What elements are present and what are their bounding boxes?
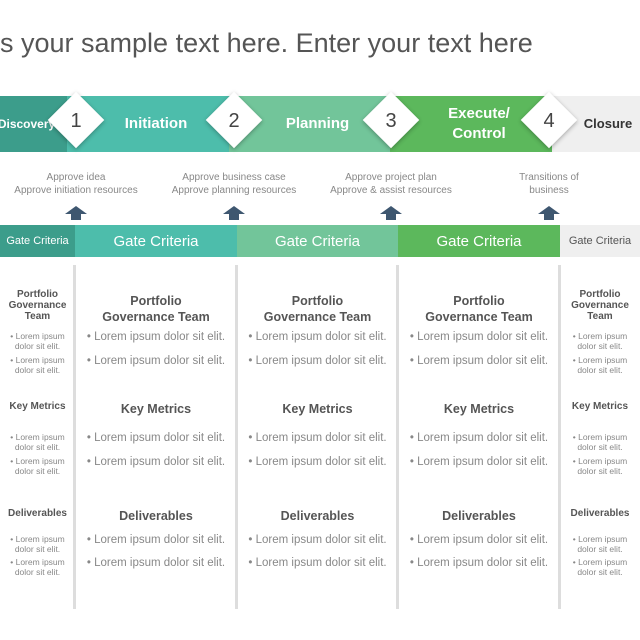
bullet-item: • Lorem ipsum dolor sit elit. [10, 557, 65, 577]
bullet-item: • Lorem ipsum dolor sit elit. [10, 534, 65, 554]
bullet-item: • Lorem ipsum dolor sit elit. [248, 432, 387, 444]
stage-label: Planning [285, 115, 350, 132]
stage-label: Closure [583, 116, 633, 131]
approval-line: Approve & assist resources [330, 185, 452, 196]
up-arrow-icon [65, 206, 87, 220]
section-heading: Portfolio Governance Team [263, 294, 372, 324]
bullet-item: • Lorem ipsum dolor sit elit. [572, 534, 628, 554]
column-closure: Portfolio Governance Team • Lorem ipsum d… [563, 265, 637, 610]
up-arrow-icon [380, 206, 402, 220]
bullet-item: • Lorem ipsum dolor sit elit. [572, 355, 628, 375]
section-heading: Deliverables [8, 508, 67, 519]
bullet-item: • Lorem ipsum dolor sit elit. [572, 557, 628, 577]
column-discovery: Portfolio Governance Team • Lorem ipsum d… [3, 265, 72, 610]
up-arrow-icon [223, 206, 245, 220]
bullet-item: • Lorem ipsum dolor sit elit. [10, 331, 65, 351]
section-heading: Deliverables [442, 509, 516, 523]
bullet-item: • Lorem ipsum dolor sit elit. [409, 456, 549, 468]
section-heading: Portfolio Governance Team [8, 289, 67, 322]
gate-approval: Approve business case Approve planning re… [159, 171, 309, 197]
column-planning: Portfolio Governance Team • Lorem ipsum d… [237, 265, 398, 610]
gate-number: 2 [228, 110, 240, 132]
gate-approval: Approve project plan Approve & assist res… [316, 171, 466, 197]
approval-line: Approve planning resources [171, 185, 297, 196]
bullet-item: • Lorem ipsum dolor sit elit. [572, 456, 628, 476]
stage-label: Execute/ Control [448, 105, 510, 142]
bullet-item: • Lorem ipsum dolor sit elit. [409, 432, 549, 444]
approval-line: business [529, 185, 569, 196]
bullet-item: • Lorem ipsum dolor sit elit. [86, 534, 226, 546]
approval-line: Approve initiation resources [14, 185, 138, 196]
approval-line: Transitions of [519, 172, 579, 183]
section-heading: Key Metrics [282, 402, 353, 416]
bullet-item: • Lorem ipsum dolor sit elit. [248, 534, 387, 546]
gate-number: 1 [70, 110, 82, 132]
bullet-item: • Lorem ipsum dolor sit elit. [86, 456, 226, 468]
approval-line: Approve project plan [345, 172, 437, 183]
bullet-item: • Lorem ipsum dolor sit elit. [409, 331, 549, 343]
gate-approval: Approve idea Approve initiation resources [1, 171, 151, 197]
gate-criteria-closure: Gate Criteria [560, 225, 640, 257]
stage-label: Discovery [0, 117, 56, 131]
bullet-item: • Lorem ipsum dolor sit elit. [248, 557, 387, 569]
section-heading: Portfolio Governance Team [425, 294, 533, 324]
bullet-item: • Lorem ipsum dolor sit elit. [10, 355, 65, 375]
approval-line: Approve business case [182, 172, 286, 183]
bullet-item: • Lorem ipsum dolor sit elit. [86, 557, 226, 569]
bullet-item: • Lorem ipsum dolor sit elit. [86, 331, 226, 343]
section-heading: Key Metrics [571, 401, 629, 412]
bullet-item: • Lorem ipsum dolor sit elit. [248, 456, 387, 468]
section-heading: Deliverables [570, 508, 630, 519]
gate-approval: Transitions of business [474, 171, 624, 197]
column-divider [558, 265, 561, 609]
stage-label: Initiation [124, 115, 188, 132]
section-heading: Portfolio Governance Team [571, 289, 629, 322]
gate-criteria-discovery: Gate Criteria [0, 225, 75, 257]
bullet-item: • Lorem ipsum dolor sit elit. [572, 331, 628, 351]
gate-criteria-execute: Gate Criteria [398, 225, 560, 257]
bullet-item: • Lorem ipsum dolor sit elit. [409, 557, 549, 569]
section-heading: Deliverables [280, 509, 355, 523]
section-heading: Portfolio Governance Team [102, 294, 210, 324]
bullet-item: • Lorem ipsum dolor sit elit. [409, 355, 549, 367]
column-initiation: Portfolio Governance Team • Lorem ipsum d… [75, 265, 237, 610]
approval-line: Approve idea [46, 172, 106, 183]
bullet-item: • Lorem ipsum dolor sit elit. [572, 432, 628, 452]
section-heading: Deliverables [119, 509, 193, 523]
bullet-item: • Lorem ipsum dolor sit elit. [409, 534, 549, 546]
section-heading: Key Metrics [120, 402, 192, 416]
gate-criteria-planning: Gate Criteria [237, 225, 398, 257]
up-arrow-icon [538, 206, 560, 220]
bullet-item: • Lorem ipsum dolor sit elit. [86, 355, 226, 367]
gate-number: 4 [543, 110, 555, 132]
bullet-item: • Lorem ipsum dolor sit elit. [86, 432, 226, 444]
bullet-item: • Lorem ipsum dolor sit elit. [10, 432, 65, 452]
bullet-item: • Lorem ipsum dolor sit elit. [10, 456, 65, 476]
bullet-item: • Lorem ipsum dolor sit elit. [248, 355, 387, 367]
gate-number: 3 [385, 110, 397, 132]
slide-title: s your sample text here. Enter your text… [0, 28, 533, 58]
bullet-item: • Lorem ipsum dolor sit elit. [248, 331, 387, 343]
column-execute: Portfolio Governance Team • Lorem ipsum d… [398, 265, 560, 610]
section-heading: Key Metrics [9, 401, 66, 412]
section-heading: Key Metrics [443, 402, 515, 416]
gate-criteria-initiation: Gate Criteria [75, 225, 237, 257]
